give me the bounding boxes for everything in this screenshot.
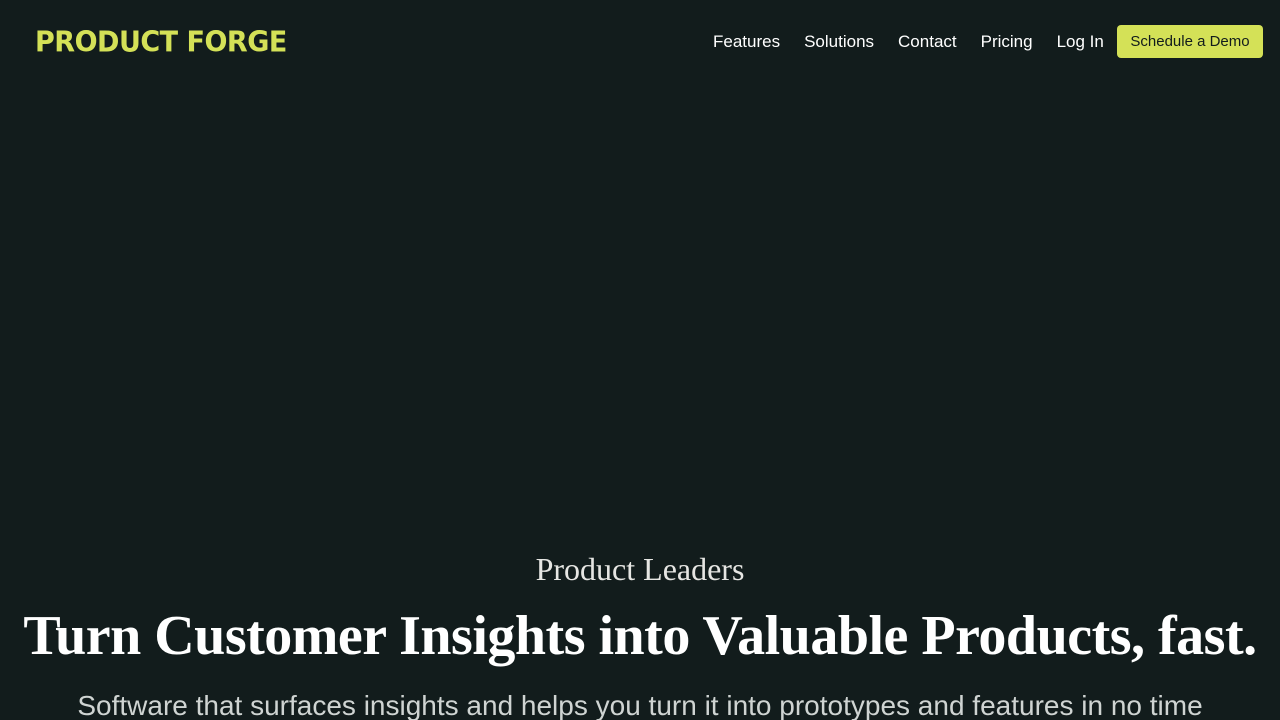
nav-link-features[interactable]: Features <box>713 29 780 55</box>
nav-link-contact[interactable]: Contact <box>898 29 957 55</box>
main-nav: Features Solutions Contact Pricing Log I… <box>713 29 1104 55</box>
nav-link-pricing[interactable]: Pricing <box>981 29 1033 55</box>
hero-eyebrow: Product Leaders <box>535 551 745 587</box>
site-header: PRODUCT FORGE Features Solutions Contact… <box>0 0 1280 84</box>
hero-subhead: Software that surfaces insights and help… <box>77 690 1203 720</box>
hero-headline: Turn Customer Insights into Valuable Pro… <box>23 605 1257 667</box>
logo[interactable]: PRODUCT FORGE <box>35 24 287 62</box>
nav-link-login[interactable]: Log In <box>1057 29 1104 55</box>
nav-link-solutions[interactable]: Solutions <box>804 29 874 55</box>
schedule-demo-button[interactable]: Schedule a Demo <box>1117 25 1263 58</box>
